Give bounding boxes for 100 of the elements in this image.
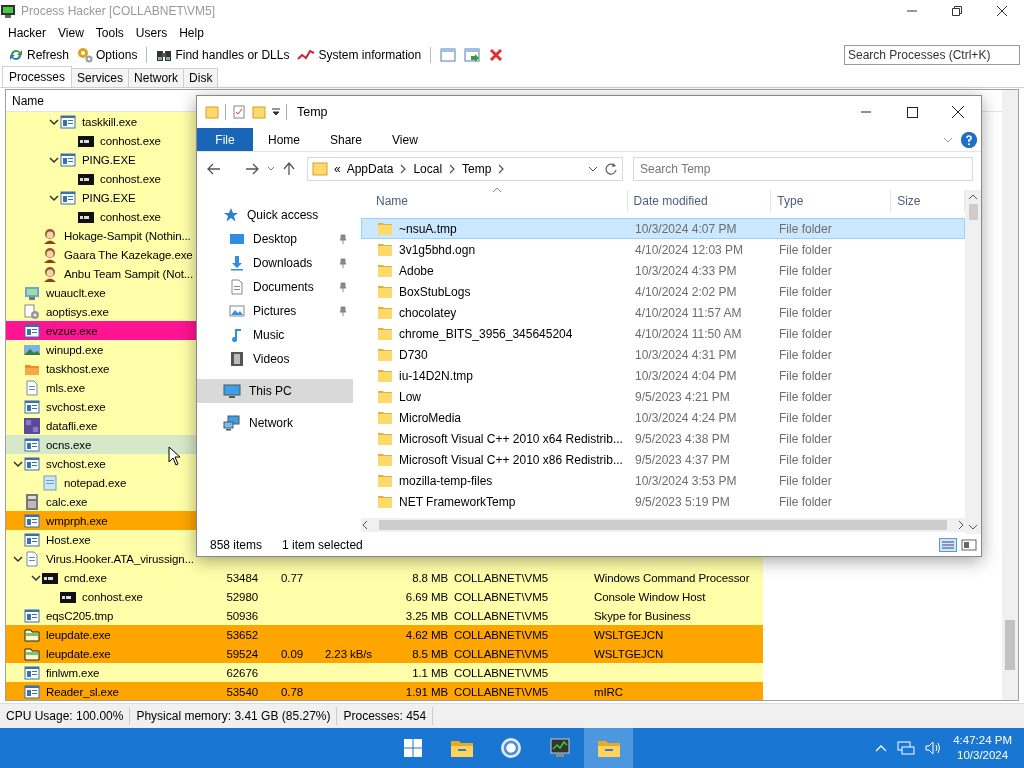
date-cell: 10/3/2024 4:33 PM [635, 263, 737, 278]
tab[interactable]: Network [128, 68, 185, 87]
ribbon-tab[interactable]: Home [253, 128, 315, 151]
tab[interactable]: Services [71, 68, 130, 87]
type-cell: File folder [779, 347, 832, 362]
nav-item[interactable]: Downloads [197, 251, 353, 275]
file-row[interactable]: BoxStubLogs 4/10/2024 2:02 PM File folder [361, 281, 965, 302]
folder-icon [377, 220, 393, 237]
process-row[interactable]: cmd.exe 53484 0.77 8.8 MB COLLABNET\VM5 Windows Command Processor [6, 568, 763, 587]
breadcrumb[interactable]: Local [413, 161, 443, 176]
nav-item[interactable]: Videos [197, 347, 353, 371]
file-row[interactable]: iu-14D2N.tmp 10/3/2024 4:04 PM File folder [361, 365, 965, 386]
column-header[interactable]: Date modified [627, 190, 772, 212]
scrollbar-thumb[interactable] [379, 520, 947, 530]
toolbar-button[interactable]: Refresh [4, 45, 74, 64]
process-name: PING.EXE [82, 153, 136, 166]
folder-icon [377, 388, 393, 405]
menu-item[interactable]: Tools [89, 23, 130, 43]
file-row[interactable]: chrome_BITS_3956_345645204 4/10/2024 11:50 AM File folder [361, 323, 965, 344]
file-row[interactable]: MicroMedia 10/3/2024 4:24 PM File folder [361, 407, 965, 428]
toolbar-button[interactable]: Find handles or DLLs [152, 45, 294, 64]
file-row[interactable]: mozilla-temp-files 10/3/2024 3:53 PM File folder [361, 470, 965, 491]
ribbon-tab[interactable]: Share [315, 128, 378, 151]
nav-item[interactable]: Music [197, 323, 353, 347]
tab[interactable]: Disk [183, 68, 219, 87]
type-cell: File folder [779, 284, 832, 299]
download-icon [229, 255, 245, 271]
window-title: Process Hacker [COLLABNET\VM5] [21, 4, 216, 18]
process-row[interactable]: finlwm.exe 62676 1.1 MB COLLABNET\VM5 [6, 663, 763, 682]
help-icon[interactable] [961, 131, 977, 148]
column-header[interactable]: Name [361, 190, 628, 212]
process-name: taskkill.exe [82, 115, 138, 128]
file-name: ~nsuA.tmp [399, 221, 457, 236]
avatar-icon [42, 246, 58, 263]
tab[interactable]: Processes [2, 66, 73, 87]
nav-item[interactable]: Network [197, 411, 353, 435]
scrollbar[interactable] [1002, 90, 1018, 700]
nav-item[interactable]: Documents [197, 275, 353, 299]
file-row[interactable]: D730 10/3/2024 4:31 PM File folder [361, 344, 965, 365]
process-row[interactable]: leupdate.exe 59524 0.09 2.23 kB/s 8.5 MB COLLABNET\VM5 WSLTGEJCN [6, 644, 763, 663]
grid-icon [24, 417, 40, 434]
ribbon-tab[interactable]: View [377, 128, 433, 151]
column-header[interactable]: Name [6, 93, 44, 108]
taskbar-button[interactable] [584, 728, 633, 768]
address-bar[interactable]: « AppData Local Temp [307, 156, 623, 181]
details-view-icon[interactable] [939, 538, 957, 552]
date-cell: 10/3/2024 4:07 PM [635, 221, 737, 236]
nav-item[interactable]: Pictures [197, 299, 353, 323]
status-text: Physical memory: 3.41 GB (85.27%) [130, 707, 338, 725]
menu-item[interactable]: Help [173, 23, 210, 43]
windows-icon [402, 738, 423, 758]
close-icon [996, 6, 1007, 16]
scrollbar-thumb[interactable] [1005, 620, 1015, 670]
date-cell: 10/3/2024 4:24 PM [635, 410, 737, 425]
date-cell: 4/10/2024 2:02 PM [635, 284, 737, 299]
file-row[interactable]: Microsoft Visual C++ 2010 x86 Redistrib... 9/5/2023 4:37 PM File folder [361, 449, 965, 470]
process-name: Reader_sl.exe [46, 685, 119, 698]
computer-icon [223, 383, 241, 399]
refresh-icon [604, 161, 618, 176]
nav-item[interactable]: This PC [197, 379, 353, 403]
file-name: Microsoft Visual C++ 2010 x86 Redistrib... [399, 452, 623, 467]
folder-icon [377, 430, 393, 447]
clock[interactable]: 4:47:24 PM 10/3/2024 [953, 733, 1012, 763]
close-icon [952, 106, 964, 118]
file-name: Microsoft Visual C++ 2010 x64 Redistrib... [399, 431, 623, 446]
file-row[interactable]: Microsoft Visual C++ 2010 x64 Redistrib... 9/5/2023 4:38 PM File folder [361, 428, 965, 449]
column-header[interactable]: Type [771, 190, 892, 212]
process-name: conhost.exe [100, 172, 161, 185]
scrollbar[interactable] [965, 190, 981, 534]
process-name: winupd.exe [46, 343, 104, 356]
menu-item[interactable]: View [52, 23, 90, 43]
file-row[interactable]: ~nsuA.tmp 10/3/2024 4:07 PM File folder [361, 218, 965, 239]
date-cell: 9/5/2023 5:19 PM [635, 494, 730, 509]
toolbar-button[interactable]: Options [73, 45, 142, 64]
process-name: conhost.exe [100, 134, 161, 147]
breadcrumb[interactable]: Temp [462, 161, 492, 176]
io-rate-cell: 2.23 kB/s [324, 647, 372, 660]
browser-icon [499, 737, 522, 759]
chevron-icon [49, 192, 59, 203]
process-row[interactable]: Reader_sl.exe 53540 0.78 1.91 MB COLLABNET\VM5 mIRC [6, 682, 763, 700]
process-row[interactable]: conhost.exe 52980 6.69 MB COLLABNET\VM5 Console Window Host [6, 587, 763, 606]
breadcrumb-overflow[interactable]: « [334, 161, 341, 176]
menu-item[interactable]: Hacker [2, 23, 52, 43]
file-row[interactable]: Adobe 10/3/2024 4:33 PM File folder [361, 260, 965, 281]
process-row[interactable]: eqsC205.tmp 50936 3.25 MB COLLABNET\VM5 Skype for Business [6, 606, 763, 625]
menu-item[interactable]: Users [129, 23, 174, 43]
process-row[interactable]: leupdate.exe 53652 4.62 MB COLLABNET\VM5 WSLTGEJCN [6, 625, 763, 644]
toolbar-button[interactable]: System information [293, 45, 426, 64]
search-field[interactable]: Search Processes (Ctrl+K) [844, 44, 1020, 65]
tiles-view-icon[interactable] [961, 538, 977, 552]
nav-item[interactable]: Desktop [197, 227, 353, 251]
nav-item[interactable]: Quick access [197, 203, 353, 227]
file-row[interactable]: Low 9/5/2023 4:21 PM File folder [361, 386, 965, 407]
file-name: 3v1g5bhd.ogn [399, 242, 476, 257]
file-row[interactable]: 3v1g5bhd.ogn 4/10/2024 12:03 PM File folder [361, 239, 965, 260]
breadcrumb[interactable]: AppData [346, 161, 394, 176]
file-row[interactable]: chocolatey 4/10/2024 11:57 AM File folder [361, 302, 965, 323]
scrollbar-thumb[interactable] [968, 204, 978, 220]
scrollbar[interactable] [361, 518, 965, 532]
file-row[interactable]: NET FrameworkTemp 9/5/2023 5:19 PM File folder [361, 491, 965, 512]
